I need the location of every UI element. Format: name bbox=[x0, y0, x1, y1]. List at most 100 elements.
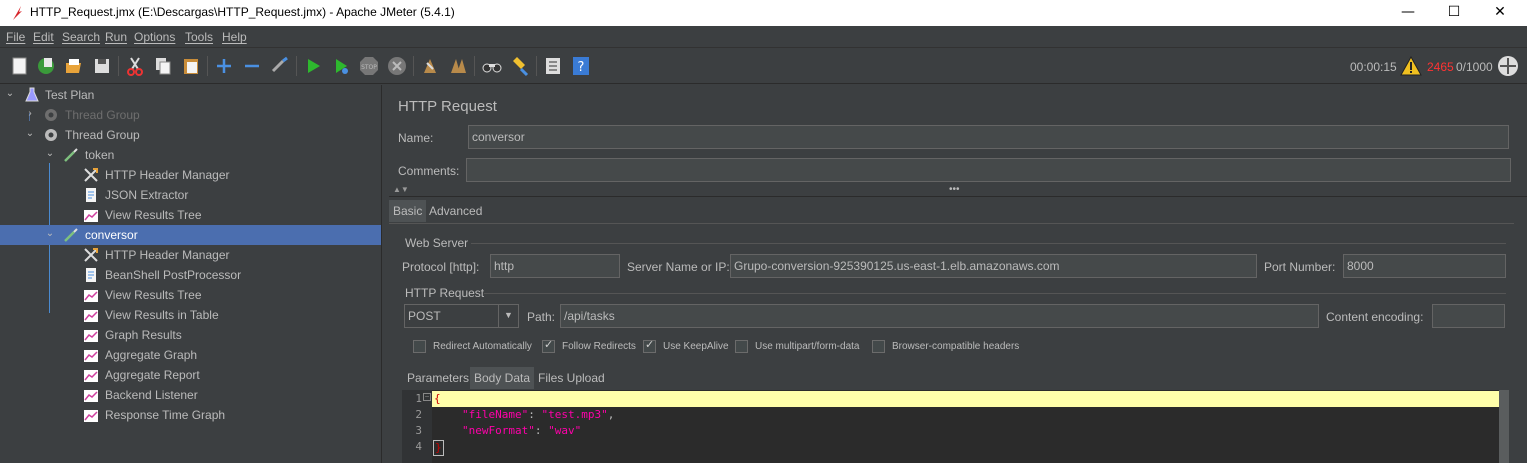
encoding-field[interactable] bbox=[1432, 304, 1505, 328]
tree-item[interactable]: Aggregate Graph bbox=[0, 345, 381, 365]
menu-run[interactable]: Run bbox=[105, 30, 127, 44]
maximize-button[interactable]: ☐ bbox=[1431, 0, 1477, 26]
menu-options[interactable]: Options bbox=[134, 30, 175, 44]
tab-files-upload[interactable]: Files Upload bbox=[534, 367, 609, 389]
stop-icon[interactable]: STOP bbox=[358, 55, 380, 77]
paste-icon[interactable] bbox=[180, 55, 202, 77]
redirect-automatically-checkbox[interactable] bbox=[413, 340, 426, 353]
menu-search[interactable]: Search bbox=[62, 30, 100, 44]
collapse-arrows-icon[interactable]: ▲▼ bbox=[393, 185, 409, 194]
chevron-down-icon[interactable]: ⌄ bbox=[44, 228, 56, 240]
follow-redirects-checkbox[interactable] bbox=[542, 338, 555, 353]
reset-search-icon[interactable] bbox=[509, 55, 531, 77]
clear-all-icon[interactable] bbox=[447, 55, 469, 77]
body-data-editor[interactable]: 1 − { 2 "fileName": "test.mp3", 3 "newFo… bbox=[402, 390, 1499, 463]
path-field[interactable]: /api/tasks bbox=[560, 304, 1319, 328]
tab-basic[interactable]: Basic bbox=[389, 200, 427, 222]
menu-help[interactable]: Help bbox=[222, 30, 247, 44]
protocol-label: Protocol [http]: bbox=[402, 260, 480, 274]
tree-item[interactable]: Backend Listener bbox=[0, 385, 381, 405]
templates-icon[interactable] bbox=[35, 55, 57, 77]
wrench-icon bbox=[84, 248, 98, 262]
start-icon[interactable] bbox=[302, 55, 324, 77]
copy-icon[interactable] bbox=[152, 55, 174, 77]
editor-scrollbar[interactable] bbox=[1499, 390, 1509, 463]
shutdown-icon[interactable] bbox=[386, 55, 408, 77]
help-icon[interactable]: ? bbox=[570, 55, 592, 77]
search-icon[interactable] bbox=[481, 55, 503, 77]
method-select[interactable]: POST ▼ bbox=[404, 304, 519, 328]
chevron-down-icon[interactable]: ⌄ bbox=[4, 88, 16, 100]
save-icon[interactable] bbox=[91, 55, 113, 77]
chevron-down-icon[interactable]: ⌄ bbox=[44, 148, 56, 160]
wrench-icon bbox=[84, 168, 98, 182]
menu-file[interactable]: File bbox=[6, 30, 25, 44]
clear-icon[interactable] bbox=[419, 55, 441, 77]
open-icon[interactable] bbox=[63, 55, 85, 77]
encoding-label: Content encoding: bbox=[1326, 310, 1424, 324]
multipart-label: Use multipart/form-data bbox=[755, 341, 860, 352]
drag-handle-icon[interactable]: ••• bbox=[949, 184, 960, 195]
tab-body-data[interactable]: Body Data bbox=[470, 367, 535, 389]
tree-item-selected[interactable]: ⌄ conversor bbox=[0, 225, 381, 245]
gear-icon bbox=[45, 129, 57, 141]
menu-edit[interactable]: Edit bbox=[33, 30, 54, 44]
page-title: HTTP Request bbox=[398, 98, 497, 115]
menu-tools[interactable]: Tools bbox=[185, 30, 213, 44]
chevron-right-icon[interactable]: › bbox=[24, 108, 36, 120]
chart-icon bbox=[84, 370, 98, 382]
log-viewer-icon[interactable] bbox=[1497, 55, 1519, 77]
tree-item[interactable]: View Results Tree bbox=[0, 205, 381, 225]
close-button[interactable]: ✕ bbox=[1477, 0, 1523, 26]
tree-item[interactable]: JSON Extractor bbox=[0, 185, 381, 205]
chart-icon bbox=[84, 210, 98, 222]
tree-item[interactable]: › Thread Group bbox=[0, 105, 381, 125]
path-label: Path: bbox=[527, 310, 556, 324]
warning-icon[interactable] bbox=[1400, 56, 1422, 76]
tab-advanced[interactable]: Advanced bbox=[425, 200, 486, 222]
tree-item[interactable]: View Results Tree bbox=[0, 285, 381, 305]
use-keepalive-checkbox[interactable] bbox=[643, 338, 656, 353]
tree-item[interactable]: HTTP Header Manager bbox=[0, 165, 381, 185]
protocol-field[interactable]: http bbox=[490, 254, 620, 278]
fold-icon[interactable]: − bbox=[423, 393, 431, 401]
flask-icon bbox=[25, 87, 39, 102]
tree-item[interactable]: BeanShell PostProcessor bbox=[0, 265, 381, 285]
function-helper-icon[interactable] bbox=[542, 55, 564, 77]
port-field[interactable]: 8000 bbox=[1343, 254, 1506, 278]
start-no-pauses-icon[interactable] bbox=[330, 55, 352, 77]
code-line: } bbox=[433, 440, 444, 456]
tree-item[interactable]: Response Time Graph bbox=[0, 405, 381, 425]
code-line: { bbox=[434, 392, 441, 405]
minimize-button[interactable]: — bbox=[1385, 0, 1431, 26]
new-icon[interactable] bbox=[9, 55, 31, 77]
server-field[interactable]: Grupo-conversion-925390125.us-east-1.elb… bbox=[730, 254, 1257, 278]
tab-parameters[interactable]: Parameters bbox=[403, 367, 473, 389]
expand-icon[interactable] bbox=[213, 55, 235, 77]
tree-item[interactable]: HTTP Header Manager bbox=[0, 245, 381, 265]
tree-item[interactable]: View Results in Table bbox=[0, 305, 381, 325]
browser-headers-checkbox[interactable] bbox=[872, 340, 885, 353]
dropdown-arrow-icon[interactable]: ▼ bbox=[498, 305, 518, 327]
toolbar: STOP ? 00:00:15 2465 0/1000 bbox=[0, 48, 1527, 84]
tree-item[interactable]: ⌄ Thread Group bbox=[0, 125, 381, 145]
name-label: Name: bbox=[398, 131, 434, 145]
comments-field[interactable] bbox=[466, 158, 1511, 182]
cut-icon[interactable] bbox=[124, 55, 146, 77]
tree-item[interactable]: ⌄ token bbox=[0, 145, 381, 165]
splitter[interactable] bbox=[381, 85, 389, 463]
line-number: 2 bbox=[415, 408, 422, 421]
multipart-checkbox[interactable] bbox=[735, 340, 748, 353]
tree-item[interactable]: Aggregate Report bbox=[0, 365, 381, 385]
code-line: "newFormat": "wav" bbox=[462, 424, 582, 437]
web-server-title: Web Server bbox=[405, 236, 469, 250]
toggle-icon[interactable] bbox=[269, 55, 291, 77]
name-field[interactable]: conversor bbox=[468, 125, 1509, 149]
thread-count: 0/1000 bbox=[1456, 60, 1493, 74]
collapse-icon[interactable] bbox=[241, 55, 263, 77]
tree-item[interactable]: ⌄ Test Plan bbox=[0, 85, 381, 105]
tree-item[interactable]: Graph Results bbox=[0, 325, 381, 345]
line-number: 1 bbox=[415, 392, 422, 405]
svg-text:STOP: STOP bbox=[361, 64, 377, 71]
chevron-down-icon[interactable]: ⌄ bbox=[24, 128, 36, 140]
